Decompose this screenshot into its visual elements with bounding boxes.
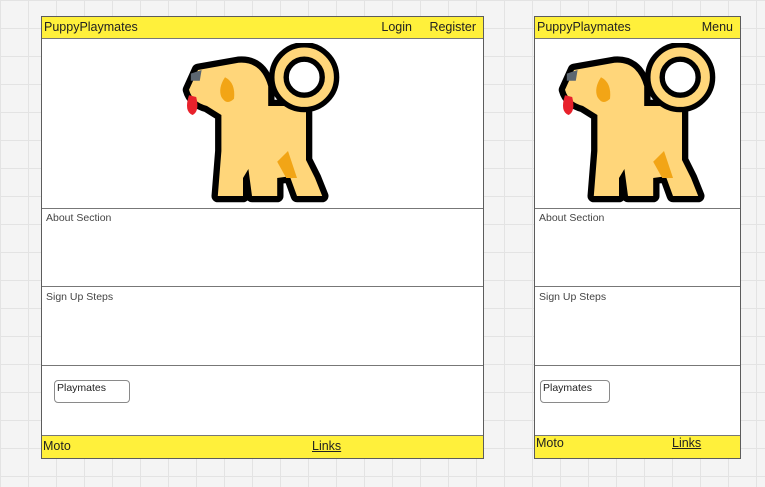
footer-moto: Moto [536, 436, 564, 450]
playmates-button[interactable]: Playmates [540, 380, 610, 403]
brand-logo[interactable]: PuppyPlaymates [537, 20, 631, 34]
mobile-header: PuppyPlaymates Menu [535, 17, 740, 39]
signup-steps-title: Sign Up Steps [46, 291, 114, 303]
about-section-title: About Section [46, 212, 112, 224]
footer-moto: Moto [43, 439, 71, 453]
playmates-button[interactable]: Playmates [54, 380, 130, 403]
about-section-title: About Section [539, 212, 605, 224]
brand-logo[interactable]: PuppyPlaymates [44, 20, 138, 34]
signup-steps-title: Sign Up Steps [539, 291, 607, 303]
footer-links-link[interactable]: Links [312, 439, 341, 453]
desktop-footer: Moto Links [42, 435, 483, 458]
register-link[interactable]: Register [429, 20, 476, 34]
mobile-footer: Moto Links [535, 435, 740, 458]
desktop-wireframe: PuppyPlaymates Login Register About Sect… [41, 16, 484, 459]
signup-steps-section: Sign Up Steps [535, 287, 740, 366]
hero-section [535, 39, 740, 209]
header-nav: Login Register [367, 20, 476, 34]
mobile-wireframe: PuppyPlaymates Menu About Section Sign U… [534, 16, 741, 459]
header-nav: Menu [688, 20, 733, 34]
about-section: About Section [42, 208, 483, 287]
about-section: About Section [535, 208, 740, 287]
hero-section [42, 39, 483, 209]
footer-links-link[interactable]: Links [672, 436, 701, 450]
dog-icon [558, 43, 716, 203]
login-link[interactable]: Login [381, 20, 412, 34]
desktop-header: PuppyPlaymates Login Register [42, 17, 483, 39]
signup-steps-section: Sign Up Steps [42, 287, 483, 366]
dog-icon [182, 43, 340, 203]
menu-button[interactable]: Menu [702, 20, 733, 34]
